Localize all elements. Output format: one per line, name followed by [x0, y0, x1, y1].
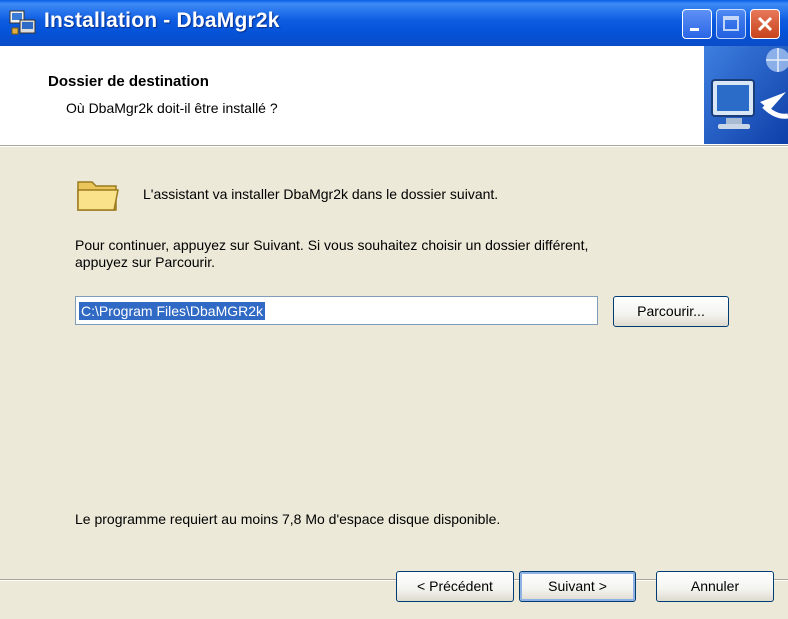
destination-path-value: C:\Program Files\DbaMGR2k — [79, 302, 266, 320]
title-bar[interactable]: Installation - DbaMgr2k — [0, 0, 788, 46]
window-title: Installation - DbaMgr2k — [44, 9, 280, 32]
header-separator — [0, 145, 788, 147]
instructions-line-2: appuyez sur Parcourir. — [75, 254, 216, 270]
browse-button[interactable]: Parcourir... — [613, 296, 729, 327]
minimize-icon — [690, 28, 699, 31]
destination-path-input[interactable]: C:\Program Files\DbaMGR2k — [75, 296, 598, 325]
page-subtitle: Où DbaMgr2k doit-il être installé ? — [66, 100, 278, 116]
intro-text: L'assistant va installer DbaMgr2k dans l… — [143, 186, 499, 202]
cancel-button-label: Annuler — [690, 578, 740, 594]
back-button-label: < Précédent — [417, 578, 493, 594]
minimize-button[interactable] — [682, 9, 712, 39]
setup-app-icon — [9, 10, 36, 35]
back-button[interactable]: < Précédent — [396, 571, 514, 602]
setup-monitor-icon — [704, 46, 788, 144]
installer-window: Installation - DbaMgr2k Dossier de desti… — [0, 0, 788, 619]
wizard-header — [0, 46, 788, 146]
disk-space-note: Le programme requiert au moins 7,8 Mo d'… — [75, 511, 501, 527]
cancel-button[interactable]: Annuler — [656, 571, 774, 602]
close-icon — [757, 16, 773, 32]
close-button[interactable] — [750, 9, 780, 39]
maximize-icon — [723, 16, 739, 31]
next-button-label: Suivant > — [548, 578, 607, 594]
instructions-line-1: Pour continuer, appuyez sur Suivant. Si … — [75, 237, 589, 253]
next-button[interactable]: Suivant > — [519, 571, 636, 602]
browse-button-label: Parcourir... — [637, 303, 705, 319]
page-title: Dossier de destination — [48, 73, 209, 90]
folder-icon — [77, 181, 119, 211]
maximize-button[interactable] — [716, 9, 746, 39]
